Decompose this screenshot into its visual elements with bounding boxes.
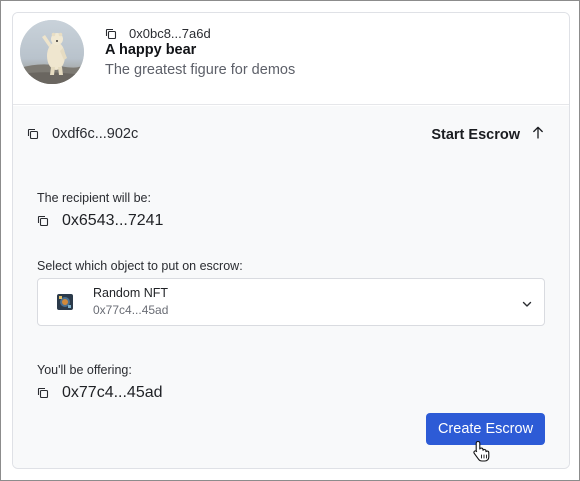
copy-icon [37, 215, 49, 227]
owner-address-text: 0xdf6c...902c [52, 126, 139, 142]
object-id-text: 0x0bc8...7a6d [129, 26, 211, 41]
copy-icon [27, 128, 39, 140]
recipient-label: The recipient will be: [37, 191, 151, 205]
start-escrow-label: Start Escrow [431, 126, 520, 143]
hand-pointer-cursor [472, 440, 492, 462]
object-id-copy[interactable]: 0x0bc8...7a6d [105, 26, 211, 41]
object-select-dropdown[interactable]: Random NFT 0x77c4...45ad [37, 278, 545, 326]
offering-address-copy[interactable]: 0x77c4...45ad [37, 384, 163, 402]
window-frame: 0x0bc8...7a6d A happy bear The greatest … [0, 0, 580, 481]
object-image [20, 20, 84, 84]
offering-address-text: 0x77c4...45ad [62, 384, 163, 401]
recipient-address-text: 0x6543...7241 [62, 212, 164, 229]
select-object-label: Select which object to put on escrow: [37, 259, 243, 273]
copy-icon [37, 387, 49, 399]
escrow-body: 0xdf6c...902c Start Escrow The recipient… [13, 106, 569, 468]
chevron-down-icon [521, 297, 533, 309]
owner-address-copy[interactable]: 0xdf6c...902c [27, 126, 138, 142]
arrow-up-icon [532, 126, 544, 143]
selected-object-name: Random NFT [93, 286, 169, 300]
nft-thumbnail [57, 294, 73, 310]
object-title: A happy bear [105, 42, 197, 58]
escrow-card: 0x0bc8...7a6d A happy bear The greatest … [12, 12, 570, 469]
object-header: 0x0bc8...7a6d A happy bear The greatest … [13, 13, 569, 105]
offering-label: You'll be offering: [37, 363, 132, 377]
copy-icon [105, 28, 117, 40]
start-escrow-button[interactable]: Start Escrow [431, 126, 544, 143]
selected-object-id: 0x77c4...45ad [93, 303, 169, 317]
recipient-address-copy[interactable]: 0x6543...7241 [37, 212, 163, 230]
object-description: The greatest figure for demos [105, 62, 296, 78]
